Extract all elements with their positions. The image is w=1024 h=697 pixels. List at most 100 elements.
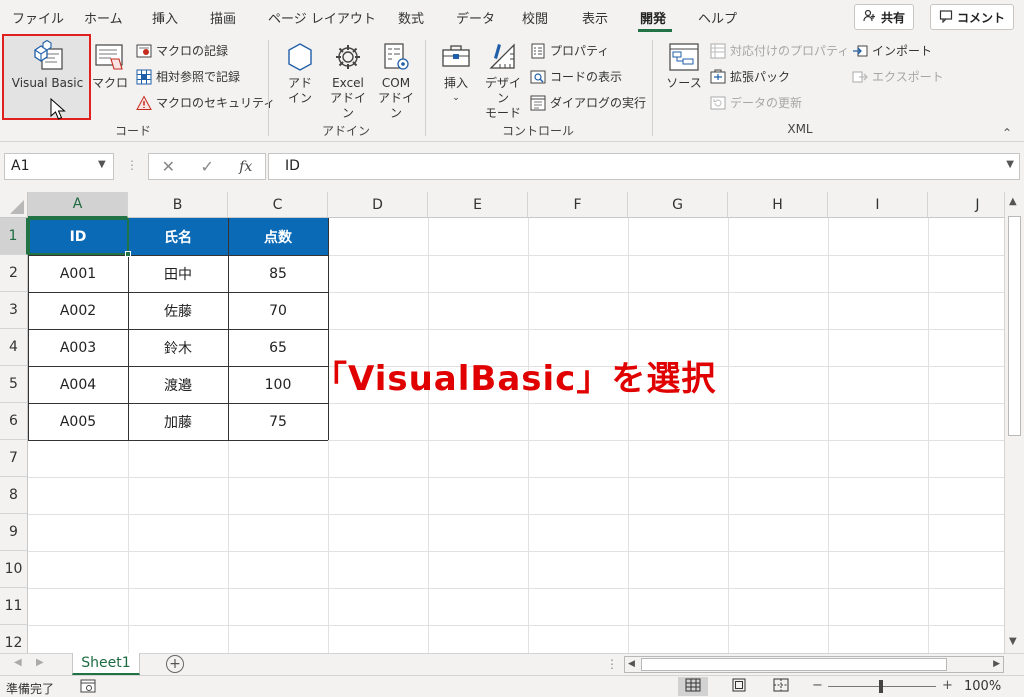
tab-home[interactable]: ホーム bbox=[84, 8, 123, 27]
properties-button[interactable]: プロパティ bbox=[530, 42, 609, 59]
horizontal-scroll-thumb[interactable] bbox=[641, 658, 947, 671]
import-button[interactable]: インポート bbox=[852, 42, 932, 59]
column-header-d[interactable]: D bbox=[328, 192, 428, 218]
tab-file[interactable]: ファイル bbox=[12, 8, 64, 27]
insert-function-button[interactable]: fx bbox=[239, 159, 252, 175]
relative-reference-button[interactable]: 相対参照で記録 bbox=[136, 68, 240, 85]
table-cell[interactable]: A004 bbox=[28, 366, 128, 403]
row-header-2[interactable]: 2 bbox=[0, 255, 28, 292]
scroll-left-icon[interactable]: ◀ bbox=[628, 659, 635, 669]
scroll-down-icon[interactable]: ▼ bbox=[1009, 636, 1017, 647]
row-header-5[interactable]: 5 bbox=[0, 366, 28, 403]
column-header-a[interactable]: A bbox=[28, 192, 128, 218]
zoom-level[interactable]: 100% bbox=[964, 679, 1001, 694]
zoom-out-button[interactable]: − bbox=[812, 678, 823, 693]
table-cell[interactable]: 75 bbox=[228, 403, 328, 440]
chevron-down-icon[interactable]: ▼ bbox=[98, 159, 106, 170]
column-header-c[interactable]: C bbox=[228, 192, 328, 218]
table-cell[interactable]: 佐藤 bbox=[128, 292, 228, 329]
column-header-e[interactable]: E bbox=[428, 192, 528, 218]
tab-insert[interactable]: 挿入 bbox=[152, 8, 178, 27]
column-header-i[interactable]: I bbox=[828, 192, 928, 218]
comments-button[interactable]: コメント bbox=[930, 4, 1015, 30]
export-button[interactable]: エクスポート bbox=[852, 68, 944, 85]
tab-page-layout[interactable]: ページ レイアウト bbox=[268, 8, 376, 27]
column-header-f[interactable]: F bbox=[528, 192, 628, 218]
page-break-view-button[interactable] bbox=[766, 677, 796, 696]
tab-data[interactable]: データ bbox=[456, 8, 495, 27]
worksheet-grid[interactable]: ABCDEFGHIJ 1 2 3 4 5 6 7 8 9 10 11 12 ID 氏名 点数 A001 田中 8… bbox=[0, 192, 1004, 653]
row-header-6[interactable]: 6 bbox=[0, 403, 28, 440]
row-header-4[interactable]: 4 bbox=[0, 329, 28, 366]
select-all-corner[interactable] bbox=[0, 192, 28, 218]
tab-draw[interactable]: 描画 bbox=[210, 8, 236, 27]
table-header-cell[interactable]: 氏名 bbox=[128, 218, 228, 255]
addins-button[interactable]: アド イン bbox=[282, 40, 318, 106]
row-header-8[interactable]: 8 bbox=[0, 477, 28, 514]
xml-source-button[interactable]: ソース bbox=[664, 40, 704, 91]
column-header-h[interactable]: H bbox=[728, 192, 828, 218]
table-cell[interactable]: 田中 bbox=[128, 255, 228, 292]
row-header-9[interactable]: 9 bbox=[0, 514, 28, 551]
row-header-12[interactable]: 12 bbox=[0, 625, 28, 653]
zoom-slider-thumb[interactable] bbox=[879, 680, 883, 693]
insert-control-button[interactable]: 挿入 ⌄ bbox=[438, 40, 474, 106]
row-header-3[interactable]: 3 bbox=[0, 292, 28, 329]
table-cell[interactable]: 70 bbox=[228, 292, 328, 329]
row-header-1[interactable]: 1 bbox=[0, 218, 28, 255]
expand-formula-bar-icon[interactable]: ▼ bbox=[1006, 159, 1014, 170]
com-addins-button[interactable]: COM アドイン bbox=[374, 40, 418, 121]
row-header-10[interactable]: 10 bbox=[0, 551, 28, 588]
fill-handle[interactable] bbox=[125, 251, 131, 257]
table-cell[interactable]: A001 bbox=[28, 255, 128, 292]
add-sheet-button[interactable]: + bbox=[166, 655, 184, 673]
tab-split-handle-icon[interactable]: ⋮ bbox=[606, 657, 618, 671]
tab-help[interactable]: ヘルプ bbox=[698, 8, 737, 27]
view-code-button[interactable]: コードの表示 bbox=[530, 68, 622, 85]
vertical-scrollbar[interactable]: ▲ ▼ bbox=[1004, 192, 1024, 653]
normal-view-button[interactable] bbox=[678, 677, 708, 696]
horizontal-scrollbar[interactable]: ◀ ▶ bbox=[624, 656, 1004, 673]
table-cell[interactable]: 渡邉 bbox=[128, 366, 228, 403]
design-mode-button[interactable]: デザイン モード bbox=[480, 40, 526, 121]
scroll-right-icon[interactable]: ▶ bbox=[993, 659, 1000, 669]
prev-sheet-icon[interactable]: ◀ bbox=[14, 657, 22, 668]
macro-recording-icon[interactable] bbox=[80, 679, 96, 696]
tab-review[interactable]: 校閲 bbox=[522, 8, 548, 27]
table-cell[interactable]: 85 bbox=[228, 255, 328, 292]
run-dialog-button[interactable]: ダイアログの実行 bbox=[530, 94, 646, 111]
macros-button[interactable]: マクロ bbox=[92, 40, 128, 91]
formula-input[interactable]: ID bbox=[268, 153, 1020, 180]
table-cell[interactable]: A003 bbox=[28, 329, 128, 366]
tab-view[interactable]: 表示 bbox=[582, 8, 608, 27]
table-cell[interactable]: A002 bbox=[28, 292, 128, 329]
scroll-up-icon[interactable]: ▲ bbox=[1009, 196, 1017, 207]
table-cell[interactable]: 加藤 bbox=[128, 403, 228, 440]
macro-security-button[interactable]: マクロのセキュリティ bbox=[136, 94, 275, 111]
refresh-data-button[interactable]: データの更新 bbox=[710, 94, 802, 111]
column-header-j[interactable]: J bbox=[928, 192, 1004, 218]
table-cell[interactable]: 鈴木 bbox=[128, 329, 228, 366]
check-icon[interactable]: ✓ bbox=[200, 157, 213, 176]
tab-developer[interactable]: 開発 bbox=[640, 8, 666, 27]
zoom-in-button[interactable]: + bbox=[942, 678, 953, 693]
column-header-b[interactable]: B bbox=[128, 192, 228, 218]
next-sheet-icon[interactable]: ▶ bbox=[36, 657, 44, 668]
map-properties-button[interactable]: 対応付けのプロパティ bbox=[710, 42, 849, 59]
expansion-pack-button[interactable]: 拡張パック bbox=[710, 68, 790, 85]
sheet-tab-sheet1[interactable]: Sheet1 bbox=[72, 653, 140, 675]
row-header-7[interactable]: 7 bbox=[0, 440, 28, 477]
table-cell[interactable]: A005 bbox=[28, 403, 128, 440]
share-button[interactable]: 共有 bbox=[854, 4, 915, 30]
visual-basic-button[interactable]: Visual Basic bbox=[6, 40, 89, 91]
record-macro-button[interactable]: マクロの記録 bbox=[136, 42, 228, 59]
excel-addins-button[interactable]: Excel アドイン bbox=[326, 40, 370, 121]
tab-formulas[interactable]: 数式 bbox=[398, 8, 424, 27]
column-header-g[interactable]: G bbox=[628, 192, 728, 218]
table-header-cell[interactable]: 点数 bbox=[228, 218, 328, 255]
row-header-11[interactable]: 11 bbox=[0, 588, 28, 625]
page-layout-view-button[interactable] bbox=[724, 677, 754, 696]
vertical-scroll-thumb[interactable] bbox=[1008, 216, 1021, 436]
collapse-ribbon-icon[interactable]: ⌃ bbox=[1002, 126, 1012, 140]
cancel-icon[interactable]: ✕ bbox=[162, 157, 175, 176]
